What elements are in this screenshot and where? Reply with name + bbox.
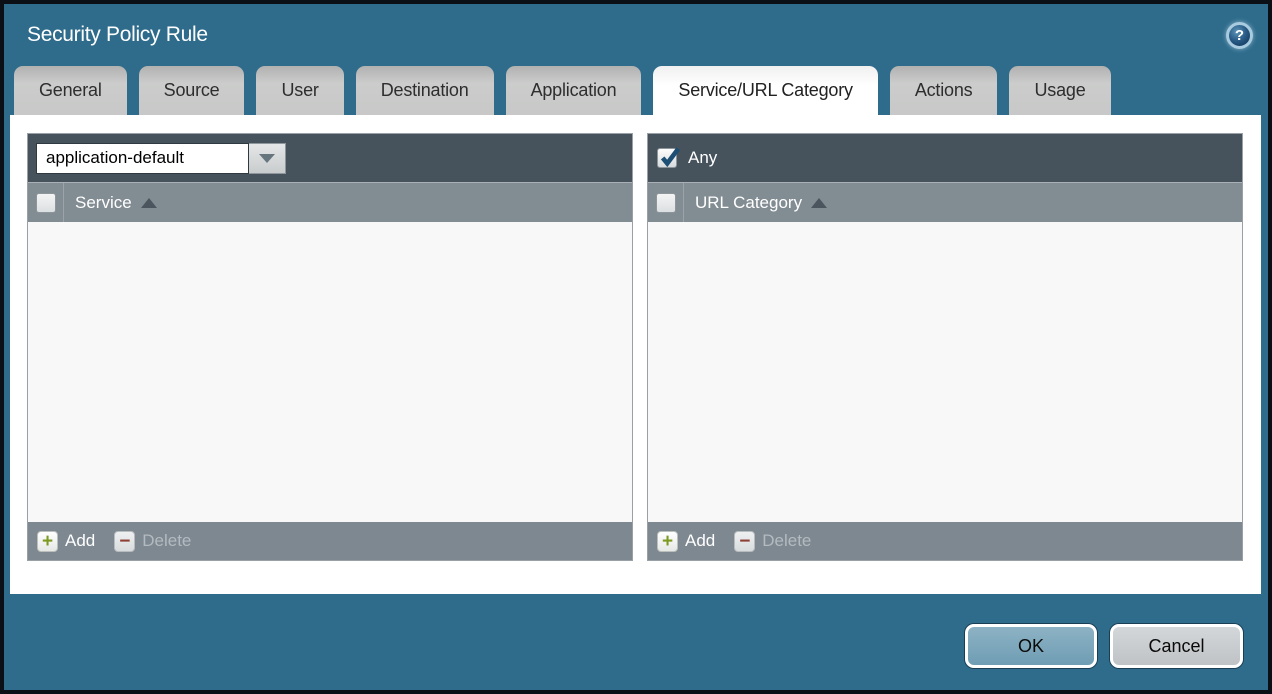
tab-source[interactable]: Source [139, 66, 245, 115]
service-column-header[interactable]: Service [28, 182, 632, 222]
plus-icon: + [657, 531, 678, 552]
service-type-dropdown-value[interactable]: application-default [36, 143, 249, 174]
service-type-dropdown-button[interactable] [249, 143, 286, 174]
url-category-select-all-checkbox[interactable] [656, 193, 676, 213]
tab-content: application-default Service + [10, 115, 1261, 594]
service-select-all-cell [28, 183, 64, 222]
service-column-label-wrap: Service [64, 193, 157, 213]
any-checkbox-label: Any [688, 148, 717, 168]
service-column-label: Service [75, 193, 132, 213]
any-checkbox[interactable] [657, 148, 677, 168]
service-toolbar: + Add − Delete [28, 522, 632, 560]
ok-button[interactable]: OK [965, 624, 1097, 668]
service-select-all-checkbox[interactable] [36, 193, 56, 213]
service-list [28, 222, 632, 522]
url-category-delete-button[interactable]: − Delete [734, 531, 811, 552]
tab-usage[interactable]: Usage [1009, 66, 1110, 115]
service-add-label: Add [65, 531, 95, 551]
service-delete-button[interactable]: − Delete [114, 531, 191, 552]
url-category-column-label-wrap: URL Category [684, 193, 827, 213]
tab-bar: General Source User Destination Applicat… [4, 66, 1268, 115]
url-category-add-button[interactable]: + Add [657, 531, 715, 552]
plus-icon: + [37, 531, 58, 552]
url-category-panel-header: Any [648, 134, 1242, 182]
url-category-add-label: Add [685, 531, 715, 551]
tab-service-url-category[interactable]: Service/URL Category [653, 66, 877, 115]
sort-ascending-icon [141, 198, 157, 208]
help-icon[interactable]: ? [1226, 22, 1253, 49]
security-policy-rule-dialog: Security Policy Rule ? General Source Us… [0, 0, 1272, 694]
url-category-select-all-cell [648, 183, 684, 222]
tab-actions[interactable]: Actions [890, 66, 998, 115]
chevron-down-icon [259, 154, 275, 163]
minus-icon: − [734, 531, 755, 552]
service-panel: application-default Service + [27, 133, 633, 561]
url-category-list [648, 222, 1242, 522]
url-category-toolbar: + Add − Delete [648, 522, 1242, 560]
dialog-footer: OK Cancel [4, 594, 1268, 690]
url-category-column-label: URL Category [695, 193, 802, 213]
cancel-button[interactable]: Cancel [1110, 624, 1243, 668]
service-panel-header: application-default [28, 134, 632, 182]
service-delete-label: Delete [142, 531, 191, 551]
title-bar: Security Policy Rule ? [4, 4, 1268, 66]
tab-general[interactable]: General [14, 66, 127, 115]
sort-ascending-icon [811, 198, 827, 208]
any-checkbox-row: Any [656, 148, 717, 168]
minus-icon: − [114, 531, 135, 552]
dialog-title: Security Policy Rule [27, 23, 208, 47]
tab-user[interactable]: User [256, 66, 343, 115]
checkmark-icon [659, 146, 681, 168]
service-add-button[interactable]: + Add [37, 531, 95, 552]
tab-application[interactable]: Application [506, 66, 642, 115]
tab-destination[interactable]: Destination [356, 66, 494, 115]
service-type-dropdown: application-default [36, 143, 286, 174]
url-category-panel: Any URL Category + Add − [647, 133, 1243, 561]
url-category-column-header[interactable]: URL Category [648, 182, 1242, 222]
url-category-delete-label: Delete [762, 531, 811, 551]
